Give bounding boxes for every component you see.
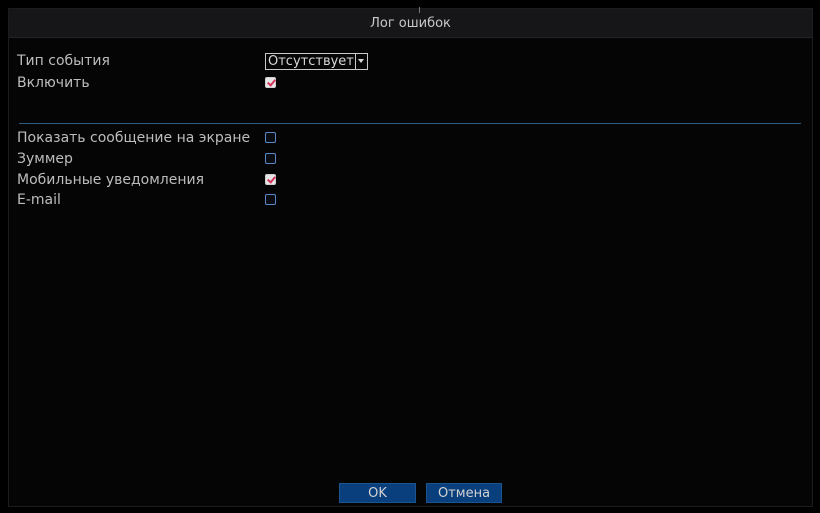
mobile-notifications-checkbox[interactable]: [265, 174, 276, 185]
event-type-select[interactable]: Отсутствует: [265, 53, 368, 70]
title-bar: Лог ошибок: [9, 7, 812, 38]
email-checkbox[interactable]: [265, 194, 276, 205]
event-type-label: Тип события: [17, 53, 110, 69]
enable-label: Включить: [17, 75, 90, 91]
section-divider: [19, 123, 801, 124]
event-type-value: Отсутствует: [268, 54, 354, 69]
ok-button[interactable]: OK: [339, 483, 416, 503]
mobile-notifications-label: Мобильные уведомления: [17, 172, 205, 188]
dialog-title: Лог ошибок: [370, 16, 451, 31]
error-log-dialog: Лог ошибок Тип события Отсутствует Включ…: [8, 7, 813, 507]
chevron-down-icon[interactable]: [355, 54, 367, 69]
email-label: E-mail: [17, 192, 61, 208]
buzzer-checkbox[interactable]: [265, 153, 276, 164]
show-message-label: Показать сообщение на экране: [17, 130, 251, 146]
title-bar-marker: [419, 7, 420, 13]
enable-checkbox[interactable]: [265, 77, 276, 88]
show-message-checkbox[interactable]: [265, 132, 276, 143]
cancel-button[interactable]: Отмена: [426, 483, 502, 503]
buzzer-label: Зуммер: [17, 151, 73, 167]
